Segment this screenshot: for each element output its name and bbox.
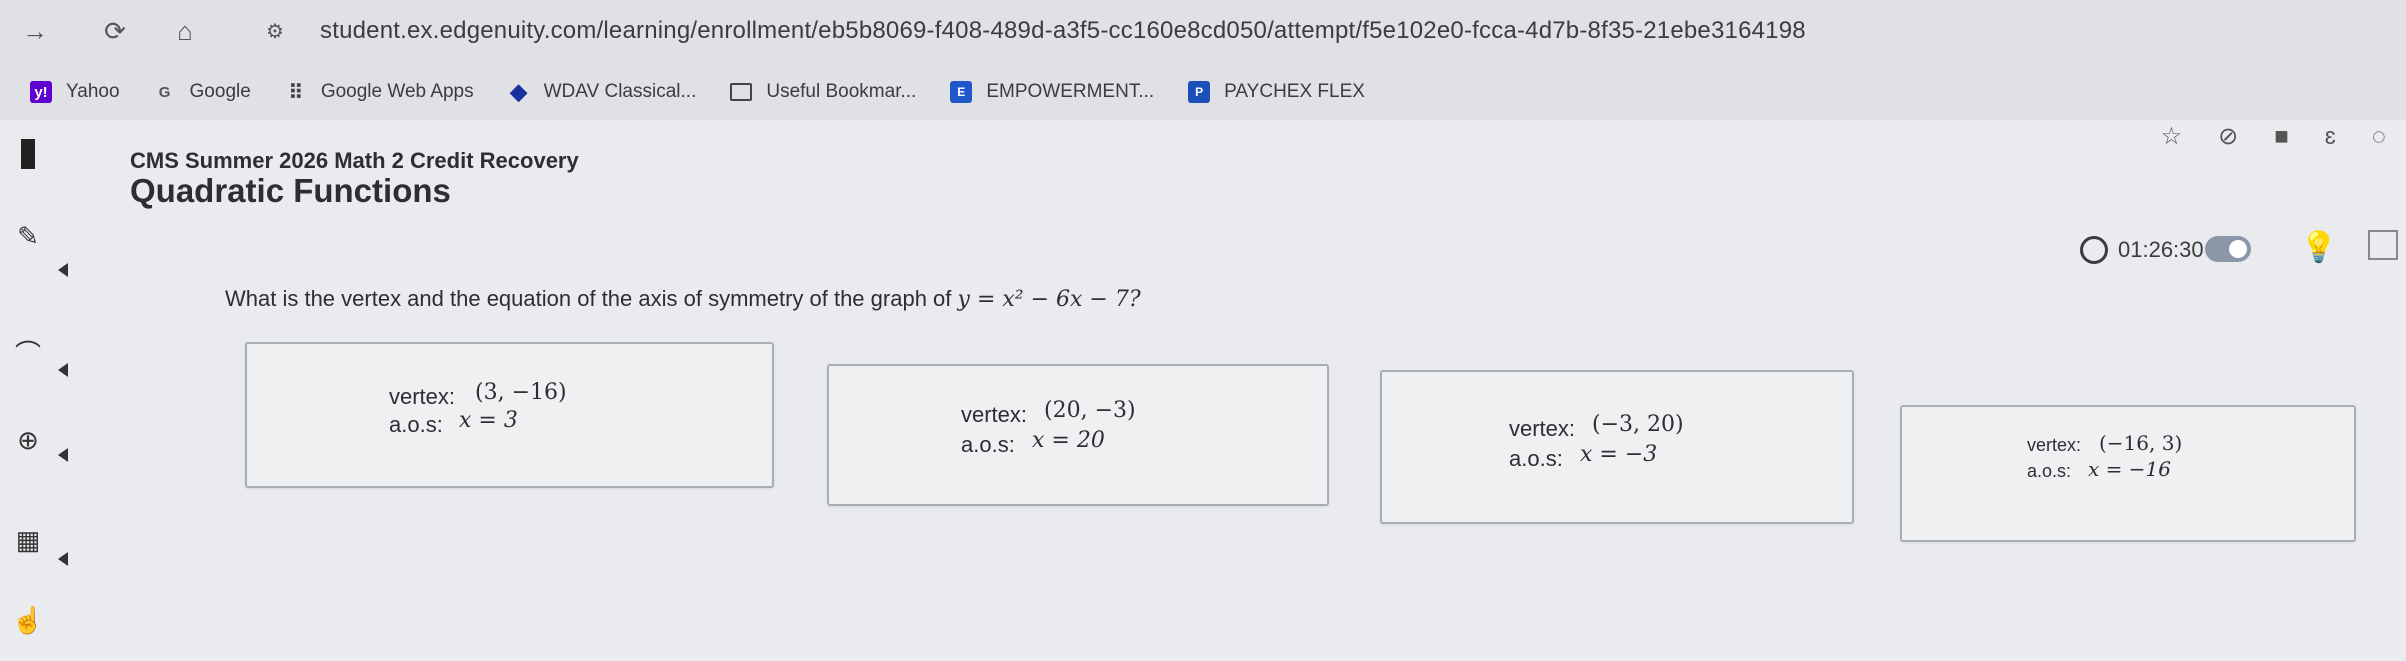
bookmark-label: Google (189, 81, 251, 102)
vertex-value: (3, −16) (475, 380, 567, 405)
timer-value: 01:26:30 (2118, 237, 2204, 262)
empowerment-icon: E (950, 81, 973, 103)
aos-value: x = 20 (1032, 428, 1105, 453)
pencil-expand-icon[interactable] (58, 263, 68, 277)
aos-value: x = −3 (1580, 442, 1658, 467)
vertex-value: (−16, 3) (2099, 431, 2183, 455)
aos-label: a.o.s: (1509, 446, 1563, 471)
clock-icon (2080, 236, 2108, 264)
folder-icon (730, 83, 753, 101)
bookmark-label: Useful Bookmar... (766, 81, 917, 102)
bookmark-label: WDAV Classical... (543, 81, 697, 102)
bookmark-wdav[interactable]: ◆ WDAV Classical... (508, 79, 697, 104)
yahoo-icon: y! (30, 81, 52, 103)
pencil-icon[interactable]: ✎ (8, 216, 48, 256)
reload-icon[interactable]: ⟳ (90, 6, 140, 56)
aos-value: x = −16 (2088, 457, 2171, 481)
lightbulb-icon[interactable]: 💡 (2300, 230, 2337, 265)
timer: 01:26:30 (2080, 236, 2204, 264)
home-icon[interactable]: ⌂ (160, 6, 210, 56)
paychex-icon: P (1188, 81, 1211, 103)
bookmarks-bar: y! Yahoo G Google ⠿ Google Web Apps ◆ WD… (0, 70, 2406, 114)
diamond-icon: ◆ (510, 79, 528, 104)
answer-choice-b[interactable]: vertex: (20, −3) a.o.s: x = 20 (827, 364, 1329, 506)
question-text: What is the vertex and the equation of t… (225, 286, 1141, 312)
globe-expand-icon[interactable] (58, 448, 68, 462)
profile-icon[interactable]: ◌ (2372, 123, 2386, 151)
bookmark-google[interactable]: G Google (154, 81, 251, 103)
answer-choice-d[interactable]: vertex: (−16, 3) a.o.s: x = −16 (1900, 405, 2356, 542)
bookmark-google-web-apps[interactable]: ⠿ Google Web Apps (285, 81, 474, 104)
highlighter-expand-icon[interactable] (58, 363, 68, 377)
globe-icon[interactable]: ⊕ (8, 420, 48, 460)
google-icon: G (158, 83, 171, 101)
vertex-label: vertex: (389, 384, 456, 409)
menu-square-icon[interactable] (8, 134, 48, 174)
address-bar-row: → ⟳ ⌂ ⚙ student.ex.edgenuity.com/learnin… (0, 0, 2406, 62)
course-title: CMS Summer 2026 Math 2 Credit Recovery (130, 148, 579, 173)
highlighter-icon[interactable]: ⌒ (8, 332, 48, 372)
extension-icon[interactable]: ɛ (2325, 123, 2336, 151)
question-equation: y = x² − 6x − 7? (957, 287, 1141, 312)
answer-choice-c[interactable]: vertex: (−3, 20) a.o.s: x = −3 (1380, 370, 1854, 524)
vertex-value: (−3, 20) (1592, 412, 1684, 437)
square-icon[interactable]: ■ (2274, 123, 2289, 151)
hand-icon[interactable]: ☝ (8, 600, 48, 640)
left-tool-rail: ✎ ⌒ ⊕ ▦ ☝ (0, 120, 70, 661)
aos-value: x = 3 (459, 408, 518, 433)
vertex-label: vertex: (961, 402, 1028, 427)
answer-choice-a[interactable]: vertex: (3, −16) a.o.s: x = 3 (245, 342, 774, 488)
bookmark-label: EMPOWERMENT... (986, 81, 1155, 102)
site-settings-icon[interactable]: ⚙ (250, 6, 300, 56)
unit-title: Quadratic Functions (130, 172, 451, 209)
vertex-label: vertex: (2027, 435, 2082, 455)
star-icon[interactable]: ☆ (2161, 122, 2183, 151)
bookmark-empowerment[interactable]: E EMPOWERMENT... (950, 81, 1154, 103)
bookmark-useful[interactable]: Useful Bookmar... (730, 81, 916, 103)
url-text[interactable]: student.ex.edgenuity.com/learning/enroll… (320, 17, 1806, 45)
aos-label: a.o.s: (2027, 461, 2072, 481)
bookmark-yahoo[interactable]: y! Yahoo (30, 81, 120, 103)
bookmark-paychex[interactable]: P PAYCHEX FLEX (1188, 81, 1365, 103)
browser-toolbar-icons: ☆ ⊘ ■ ɛ ◌ (2161, 122, 2386, 151)
bookmark-label: Google Web Apps (320, 81, 474, 102)
apps-grid-icon: ⠿ (288, 81, 304, 104)
vertex-label: vertex: (1509, 416, 1576, 441)
calculator-expand-icon[interactable] (58, 552, 68, 566)
calculator-icon[interactable]: ▦ (8, 520, 48, 560)
bookmark-label: Yahoo (66, 81, 120, 102)
browser-chrome: → ⟳ ⌂ ⚙ student.ex.edgenuity.com/learnin… (0, 0, 2406, 120)
bookmark-label: PAYCHEX FLEX (1224, 81, 1365, 102)
question-prefix: What is the vertex and the equation of t… (225, 286, 952, 311)
aos-label: a.o.s: (389, 412, 443, 437)
timer-toggle[interactable] (2205, 236, 2251, 262)
vertex-value: (20, −3) (1044, 398, 1136, 423)
forward-icon[interactable]: → (10, 6, 60, 56)
aos-label: a.o.s: (961, 432, 1015, 457)
blocked-icon[interactable]: ⊘ (2218, 122, 2238, 151)
note-icon[interactable] (2368, 230, 2398, 260)
